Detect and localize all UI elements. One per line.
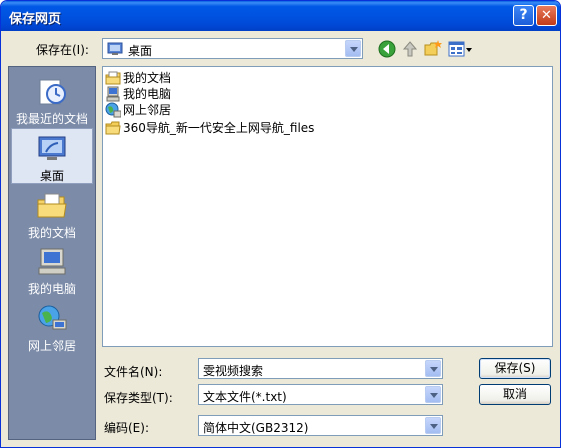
place-label: 我的电脑: [27, 282, 76, 296]
desktop-icon: [38, 136, 66, 160]
filetype-dropdown[interactable]: 文本文件(*.txt): [198, 384, 443, 405]
desktop-icon: [107, 42, 123, 55]
encoding-value: 简体中文(GB2312): [203, 421, 309, 435]
save-in-dropdown[interactable]: 桌面: [102, 38, 363, 59]
chevron-down-icon[interactable]: [425, 386, 441, 403]
place-network-places[interactable]: 网上邻居: [11, 299, 93, 355]
help-button[interactable]: ?: [513, 5, 534, 26]
place-my-computer[interactable]: 我的电脑: [11, 242, 93, 298]
back-icon[interactable]: [377, 39, 397, 59]
file-name: 网上邻居: [123, 103, 172, 117]
place-my-documents[interactable]: 我的文档: [11, 186, 93, 242]
place-label: 网上邻居: [27, 339, 76, 353]
save-in-label: 保存在(I):: [36, 43, 89, 57]
list-item[interactable]: 网上邻居: [105, 101, 171, 117]
place-label: 桌面: [39, 169, 64, 183]
file-name: 我的文档: [123, 71, 172, 85]
chevron-down-icon[interactable]: [345, 40, 361, 57]
list-item[interactable]: 我的电脑: [105, 85, 171, 101]
recent-documents-icon: [39, 79, 66, 105]
close-button[interactable]: ✕: [536, 5, 557, 26]
places-bar: 我最近的文档 桌面 我的文档 我的电脑 网上邻居: [8, 66, 96, 440]
network-places-icon: [38, 305, 67, 330]
file-list[interactable]: 我的文档 我的电脑 网上邻居 360导航_新一代安全上网导航_files: [102, 66, 553, 347]
encoding-dropdown[interactable]: 简体中文(GB2312): [198, 415, 443, 436]
up-folder-icon[interactable]: [400, 39, 420, 59]
filetype-value: 文本文件(*.txt): [203, 390, 287, 404]
window-title: 保存网页: [9, 12, 62, 27]
place-label: 我的文档: [27, 226, 76, 240]
save-button[interactable]: 保存(S): [479, 358, 551, 379]
place-recent-documents[interactable]: 我最近的文档: [11, 72, 93, 128]
title-bar[interactable]: 保存网页 ? ✕: [1, 1, 560, 31]
my-computer-icon: [38, 248, 66, 275]
my-computer-icon: [106, 86, 120, 101]
list-item[interactable]: 360导航_新一代安全上网导航_files: [105, 119, 314, 135]
views-menu-icon[interactable]: [447, 39, 473, 59]
chevron-down-icon[interactable]: [425, 417, 441, 434]
place-desktop[interactable]: 桌面: [11, 128, 93, 184]
cancel-button[interactable]: 取消: [479, 384, 551, 405]
new-folder-icon[interactable]: [423, 39, 443, 59]
chevron-down-icon[interactable]: [425, 360, 441, 377]
filetype-label: 保存类型(T):: [104, 391, 173, 405]
network-places-icon: [105, 102, 121, 117]
save-dialog: 保存网页 ? ✕ 保存在(I): 桌面 我最近的文档 桌面 我的文档 我的电脑 …: [0, 0, 561, 448]
place-label: 我最近的文档: [15, 112, 88, 126]
file-name: 360导航_新一代安全上网导航_files: [123, 121, 315, 135]
filename-label: 文件名(N):: [104, 365, 163, 379]
folder-icon: [105, 121, 121, 134]
filename-input[interactable]: 雯视频搜索: [198, 358, 443, 379]
save-in-value: 桌面: [128, 44, 153, 58]
close-icon: ✕: [541, 8, 552, 23]
filename-value: 雯视频搜索: [203, 364, 264, 378]
list-item[interactable]: 我的文档: [105, 69, 171, 85]
my-documents-icon: [37, 193, 67, 218]
my-documents-icon: [105, 71, 121, 84]
file-name: 我的电脑: [123, 87, 172, 101]
help-icon: ?: [519, 7, 528, 23]
encoding-label: 编码(E):: [104, 421, 149, 435]
